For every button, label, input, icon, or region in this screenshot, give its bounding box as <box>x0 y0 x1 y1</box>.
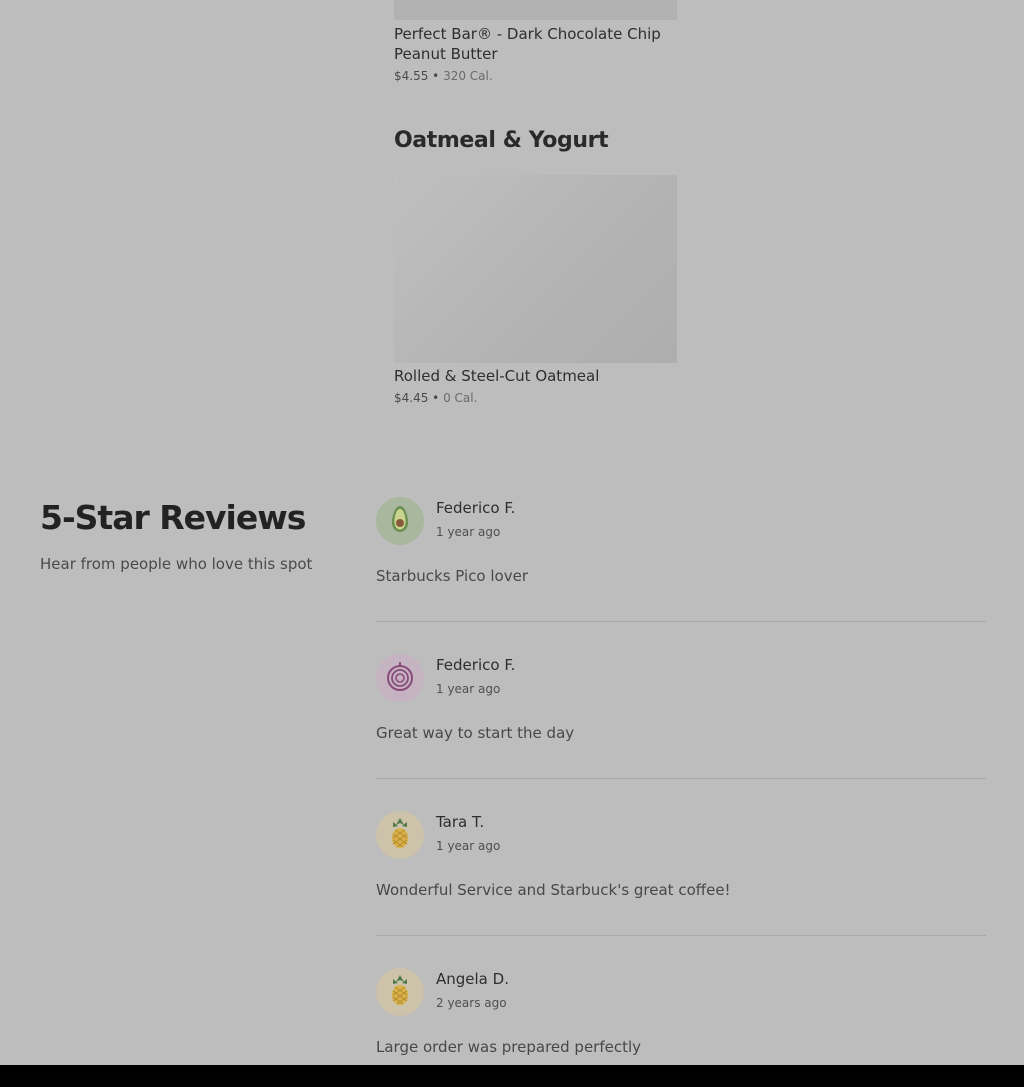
menu-item-image[interactable] <box>394 0 677 20</box>
meta-separator: • <box>428 391 444 405</box>
reviews-subtitle: Hear from people who love this spot <box>40 555 313 573</box>
menu-item-calories: 320 Cal. <box>443 69 493 83</box>
avatar <box>376 654 424 702</box>
reviewer-name: Federico F. <box>436 499 516 517</box>
divider <box>376 778 986 779</box>
review-time: 2 years ago <box>436 996 507 1010</box>
reviewer-name: Federico F. <box>436 656 516 674</box>
menu-item-image[interactable] <box>394 175 677 363</box>
meta-separator: • <box>428 69 444 83</box>
reviews-title: 5-Star Reviews <box>40 498 306 537</box>
review-text: Starbucks Pico lover <box>376 567 528 585</box>
review-time: 1 year ago <box>436 682 501 696</box>
menu-item-price: $4.55 <box>394 69 429 83</box>
menu-item-name[interactable]: Perfect Bar® - Dark Chocolate Chip Peanu… <box>394 24 684 64</box>
avatar <box>376 497 424 545</box>
menu-item-meta: $4.55 • 320 Cal. <box>394 69 493 83</box>
pineapple-icon <box>387 816 413 854</box>
review-text: Large order was prepared perfectly <box>376 1038 642 1056</box>
section-title: Oatmeal & Yogurt <box>394 128 609 153</box>
divider <box>376 621 986 622</box>
bottom-bar <box>0 1065 1024 1087</box>
menu-item-meta: $4.45 • 0 Cal. <box>394 391 477 405</box>
menu-item-price: $4.45 <box>394 391 429 405</box>
review-text: Great way to start the day <box>376 724 575 742</box>
divider <box>376 935 986 936</box>
review-text: Wonderful Service and Starbuck's great c… <box>376 881 731 899</box>
menu-item-name[interactable]: Rolled & Steel-Cut Oatmeal <box>394 366 684 386</box>
menu-item-calories: 0 Cal. <box>443 391 478 405</box>
review-time: 1 year ago <box>436 525 501 539</box>
review-time: 1 year ago <box>436 839 501 853</box>
reviewer-name: Tara T. <box>436 813 485 831</box>
avatar <box>376 968 424 1016</box>
avocado-icon <box>388 504 412 538</box>
avatar <box>376 811 424 859</box>
onion-icon <box>385 660 415 696</box>
reviewer-name: Angela D. <box>436 970 509 988</box>
pineapple-icon <box>387 973 413 1011</box>
